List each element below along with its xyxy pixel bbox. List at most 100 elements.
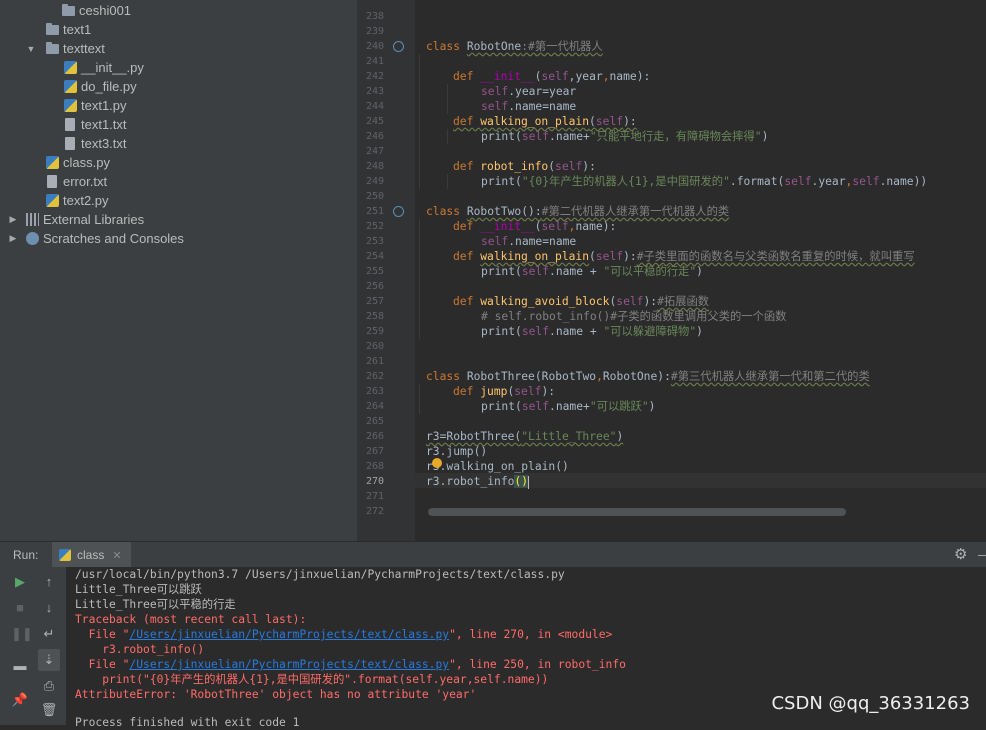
tree-item-label: text1.txt: [81, 117, 127, 132]
code-line-260: print(self.name + "可以躲避障碍物"): [481, 325, 703, 338]
settings-gear-icon[interactable]: ⚙: [954, 545, 967, 563]
tree-item-label: Scratches and Consoles: [43, 231, 184, 246]
console-error-line: File "/Users/jinxuelian/PycharmProjects/…: [75, 658, 626, 671]
scratches-icon: [26, 232, 39, 245]
tree-item-label: text1.py: [81, 98, 127, 113]
file-link[interactable]: /Users/jinxuelian/PycharmProjects/text/c…: [129, 658, 449, 671]
line-number: 272: [365, 506, 384, 517]
line-number: 261: [365, 356, 384, 367]
code-line-253: def __init__(self,name):: [453, 220, 617, 233]
scroll-down-icon[interactable]: ↓: [40, 599, 58, 617]
line-number: 244: [365, 101, 384, 112]
override-marker-icon[interactable]: [393, 206, 404, 217]
text-cursor: [528, 475, 530, 489]
close-icon[interactable]: ✕: [112, 549, 121, 562]
run-tab-label: class: [77, 548, 105, 562]
python-file-icon: [46, 156, 59, 169]
scroll-to-end-icon[interactable]: ⇣: [38, 649, 60, 671]
code-line-249: def robot_info(self):: [453, 160, 596, 173]
text-file-icon: [47, 175, 57, 188]
code-line-258: def walking_avoid_block(self):#拓展函数: [453, 295, 710, 308]
scroll-up-icon[interactable]: ↑: [40, 573, 58, 591]
console-line: /usr/local/bin/python3.7 /Users/jinxueli…: [75, 568, 565, 581]
tree-item-text2-py[interactable]: text2.py: [0, 191, 109, 210]
code-line-265: print(self.name+"可以跳跃"): [481, 400, 656, 413]
intention-bulb-icon[interactable]: [432, 458, 442, 468]
console-line: Process finished with exit code 1: [75, 716, 300, 729]
code-line-254: self.name=name: [481, 235, 577, 248]
tree-item-label: External Libraries: [43, 212, 145, 227]
override-marker-icon[interactable]: [393, 41, 404, 52]
collapsed-arrow-icon[interactable]: ▶: [8, 214, 18, 225]
python-file-icon: [64, 99, 77, 112]
tree-item-text1-txt[interactable]: text1.txt: [0, 115, 127, 134]
pin-icon[interactable]: 📌: [11, 691, 29, 709]
pause-icon[interactable]: ❚❚: [11, 625, 33, 643]
soft-wrap-icon[interactable]: ↵: [40, 625, 58, 643]
tree-item-text1-py[interactable]: text1.py: [0, 96, 127, 115]
line-number: 240: [365, 41, 384, 52]
trash-icon[interactable]: 🗑: [40, 701, 58, 719]
print-icon[interactable]: ⎙: [40, 677, 58, 695]
line-number: 248: [365, 161, 384, 172]
line-number: 254: [365, 251, 384, 262]
collapsed-arrow-icon[interactable]: ▶: [8, 233, 18, 244]
run-toolbar: ▶ ↑ ■ ↓ ❚❚ ↵ ▬ ⇣ ⎙ 📌 🗑: [0, 567, 66, 725]
console-error-line: AttributeError: 'RobotThree' object has …: [75, 688, 477, 701]
horizontal-scrollbar[interactable]: [428, 508, 846, 516]
code-line-269: r3.walking_on_plain(): [426, 460, 569, 473]
watermark: CSDN @qq_36331263: [771, 693, 970, 714]
code-line-263: class RobotThree(RobotTwo,RobotOne):#第三代…: [426, 370, 870, 383]
line-number: 250: [365, 191, 384, 202]
line-number: 270: [365, 476, 384, 487]
code-line-267: r3=RobotThree("Little_Three"): [426, 430, 624, 443]
python-file-icon: [64, 61, 77, 74]
line-number: 267: [365, 446, 384, 457]
tree-item-init-py[interactable]: __init__.py: [0, 58, 144, 77]
line-number: 264: [365, 401, 384, 412]
line-number: 247: [365, 146, 384, 157]
code-line-270: r3.robot_info(): [426, 475, 530, 489]
code-line-256: print(self.name + "可以平稳的行走"): [481, 265, 703, 278]
tree-item-label: __init__.py: [81, 60, 144, 75]
tree-item-scratches[interactable]: ▶ Scratches and Consoles: [0, 229, 184, 248]
tree-item-text1[interactable]: text1: [0, 20, 91, 39]
stop-icon[interactable]: ■: [11, 599, 29, 617]
line-number: 245: [365, 116, 384, 127]
tree-item-label: error.txt: [63, 174, 108, 189]
tree-item-texttext[interactable]: ▼ texttext: [0, 39, 105, 58]
line-number: 258: [365, 311, 384, 322]
expanded-arrow-icon[interactable]: ▼: [26, 44, 36, 54]
tree-item-error-txt[interactable]: error.txt: [0, 172, 107, 191]
console-error-line: File "/Users/jinxuelian/PycharmProjects/…: [75, 628, 613, 641]
line-number: 271: [365, 491, 384, 502]
console-error-line: Traceback (most recent call last):: [75, 613, 307, 626]
tree-item-label: text3.txt: [81, 136, 127, 151]
tree-item-external-libraries[interactable]: ▶ External Libraries: [0, 210, 145, 229]
line-number: 239: [365, 26, 384, 37]
tree-item-text3-txt[interactable]: text3.txt: [0, 134, 127, 153]
code-line-255: def walking_on_plain(self):#子类里面的函数名与父类函…: [453, 250, 915, 263]
rerun-icon[interactable]: ▶: [11, 573, 29, 591]
line-number: 238: [365, 11, 384, 22]
hide-panel-icon[interactable]: ─: [978, 548, 986, 562]
tree-item-class-py[interactable]: class.py: [0, 153, 110, 172]
file-link[interactable]: /Users/jinxuelian/PycharmProjects/text/c…: [129, 628, 449, 641]
tree-item-label: texttext: [63, 41, 105, 56]
run-tab-class[interactable]: class ✕: [52, 542, 131, 568]
run-panel-header: Run: class ✕ ⚙ ─: [0, 541, 986, 568]
line-number: 242: [365, 71, 384, 82]
python-file-icon: [59, 549, 71, 561]
tree-item-label: text1: [63, 22, 92, 37]
line-number: 268: [365, 461, 384, 472]
folder-icon: [46, 42, 59, 54]
tree-item-do-file-py[interactable]: do_file.py: [0, 77, 137, 96]
line-number: 265: [365, 416, 384, 427]
line-number: 241: [365, 56, 384, 67]
tree-item-ceshi001[interactable]: ceshi001: [0, 1, 131, 20]
code-line-250: print("{0}年产生的机器人{1},是中国研发的".format(self…: [481, 175, 928, 188]
layout-icon[interactable]: ▬: [11, 657, 29, 675]
code-line-245: self.name=name: [481, 100, 577, 113]
console-line: Little_Three可以平稳的行走: [75, 598, 236, 611]
code-line-241: class RobotOne:#第一代机器人: [426, 40, 603, 53]
